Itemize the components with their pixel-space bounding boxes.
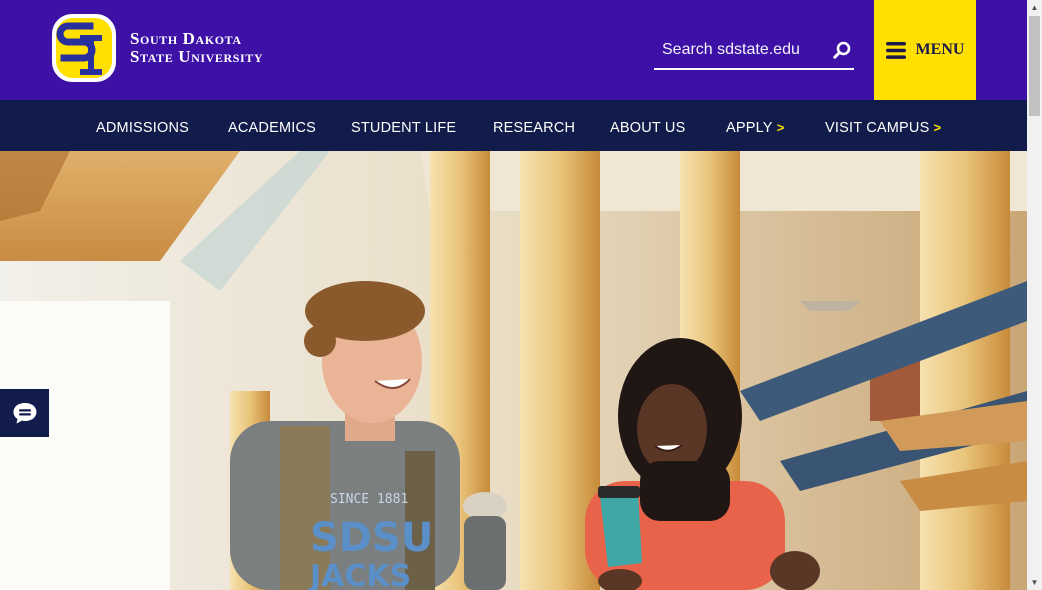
scroll-down-arrow-icon[interactable]: ▼ bbox=[1027, 575, 1042, 590]
site-header: South Dakota State University MENU bbox=[0, 0, 1027, 100]
nav-item-apply[interactable]: APPLY > bbox=[726, 100, 784, 151]
nav-item-student-life[interactable]: STUDENT LIFE bbox=[351, 100, 456, 151]
nav-item-academics[interactable]: ACADEMICS bbox=[228, 100, 316, 151]
search-box bbox=[654, 34, 854, 70]
nav-item-label: APPLY bbox=[726, 120, 773, 136]
search-input[interactable] bbox=[662, 38, 822, 62]
nav-item-label: ABOUT US bbox=[610, 120, 686, 136]
nav-item-label: RESEARCH bbox=[493, 120, 576, 136]
sdsu-logo-mark-icon bbox=[52, 14, 116, 82]
search-icon bbox=[833, 41, 851, 59]
nav-item-label: VISIT CAMPUS bbox=[825, 120, 930, 136]
nav-item-research[interactable]: RESEARCH bbox=[493, 100, 575, 151]
scroll-up-arrow-icon[interactable]: ▲ bbox=[1027, 0, 1042, 15]
nav-item-admissions[interactable]: ADMISSIONS bbox=[96, 100, 189, 151]
hero-image: SINCE 1881 SDSU JACKS bbox=[0, 151, 1027, 590]
main-nav: ADMISSIONS ACADEMICS STUDENT LIFE RESEAR… bbox=[0, 100, 1027, 151]
page: South Dakota State University MENU bbox=[0, 0, 1027, 590]
nav-item-visit-campus[interactable]: VISIT CAMPUS > bbox=[825, 100, 941, 151]
hamburger-icon bbox=[885, 41, 906, 59]
scrollbar-thumb[interactable] bbox=[1029, 16, 1040, 116]
shirt-text-top: SINCE 1881 bbox=[330, 492, 408, 507]
menu-button[interactable]: MENU bbox=[874, 0, 976, 100]
shirt-text-mid: SDSU bbox=[310, 515, 433, 561]
nav-item-label: STUDENT LIFE bbox=[351, 120, 457, 136]
nav-item-label: ACADEMICS bbox=[228, 120, 317, 136]
menu-label: MENU bbox=[915, 41, 965, 58]
shirt-text-bottom: JACKS bbox=[308, 559, 411, 590]
vertical-scrollbar[interactable]: ▲ ▼ bbox=[1027, 0, 1042, 590]
chat-bubble-icon bbox=[13, 403, 36, 424]
chat-button[interactable] bbox=[0, 389, 49, 437]
university-logo[interactable]: South Dakota State University bbox=[50, 12, 263, 84]
logo-line-1: South Dakota bbox=[130, 29, 242, 48]
search-button[interactable] bbox=[830, 38, 854, 62]
chevron-right-icon: > bbox=[933, 120, 942, 135]
hero-photo: SINCE 1881 SDSU JACKS bbox=[0, 151, 1027, 590]
logo-line-2: State University bbox=[130, 47, 264, 66]
nav-item-about-us[interactable]: ABOUT US bbox=[610, 100, 685, 151]
logo-wordmark: South Dakota State University bbox=[130, 30, 263, 66]
chevron-right-icon: > bbox=[776, 120, 785, 135]
nav-item-label: ADMISSIONS bbox=[96, 120, 190, 136]
